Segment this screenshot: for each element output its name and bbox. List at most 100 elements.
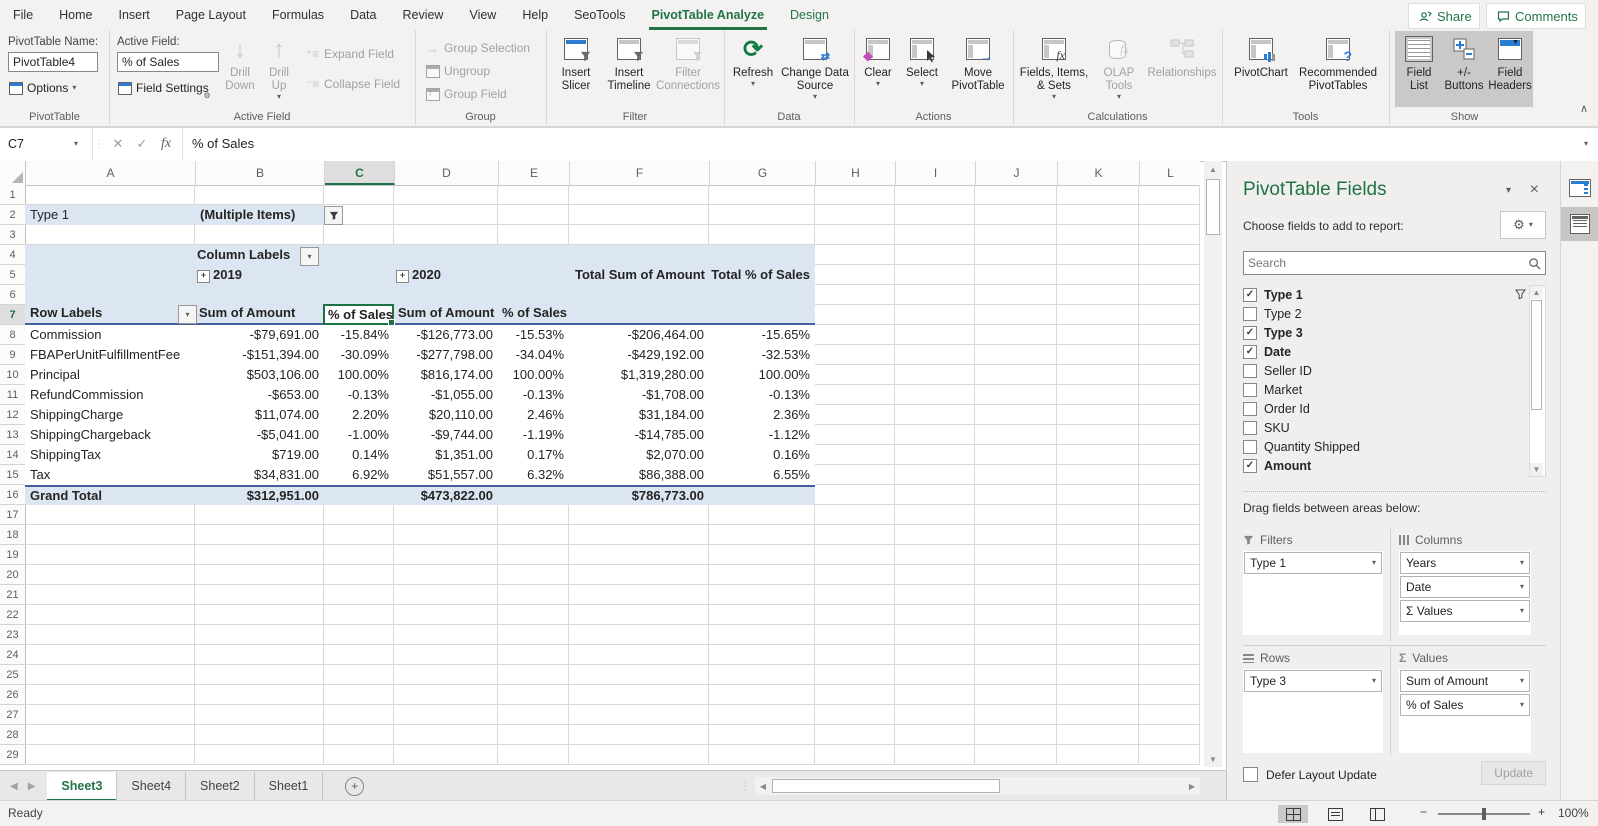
- checkbox-checked[interactable]: ✓: [1243, 325, 1257, 340]
- field-item-orderid[interactable]: Order Id: [1243, 399, 1546, 418]
- row-header[interactable]: 2: [0, 205, 25, 225]
- chevron-down-icon[interactable]: ▾: [1520, 701, 1524, 709]
- plusminus-buttons-toggle[interactable]: +/- Buttons: [1441, 33, 1487, 93]
- pivot-data-row[interactable]: Commission -$79,691.00 -15.84% -$126,773…: [25, 325, 815, 345]
- olap-tools-button[interactable]: fx OLAP Tools ▾: [1093, 33, 1145, 101]
- group-field-button[interactable]: 7 Group Field: [425, 84, 507, 104]
- fill-handle[interactable]: [388, 319, 395, 326]
- pivot-subheader-e[interactable]: % of Sales: [502, 303, 567, 323]
- expand-2020-icon[interactable]: +: [396, 270, 409, 283]
- rows-item-type3[interactable]: Type 3 ▾: [1244, 670, 1382, 692]
- name-box-chevron-icon[interactable]: ▾: [74, 140, 78, 148]
- column-header[interactable]: D: [395, 161, 499, 185]
- row-header[interactable]: 20: [0, 565, 25, 585]
- row-header[interactable]: 3: [0, 225, 25, 245]
- pivot-column-labels-cell[interactable]: Column Labels: [197, 245, 290, 265]
- tab-design[interactable]: Design: [777, 0, 842, 30]
- sheet-tab-sheet1[interactable]: Sheet1: [255, 771, 324, 801]
- pivot-filter-funnel-button[interactable]: [324, 206, 343, 225]
- field-item-sku[interactable]: SKU: [1243, 418, 1546, 437]
- row-header[interactable]: 25: [0, 665, 25, 685]
- tab-seotools[interactable]: SeoTools: [561, 0, 638, 30]
- row-header[interactable]: 22: [0, 605, 25, 625]
- field-item-type1[interactable]: ✓ Type 1: [1243, 285, 1546, 304]
- tab-data[interactable]: Data: [337, 0, 389, 30]
- fields-items-sets-button[interactable]: fx Fields, Items, & Sets ▾: [1017, 33, 1091, 101]
- grand-total-all[interactable]: $786,773.00: [569, 487, 709, 505]
- row-header[interactable]: 16: [0, 485, 25, 505]
- select-all-corner[interactable]: [0, 161, 26, 185]
- checkbox-checked[interactable]: ✓: [1243, 344, 1257, 359]
- sheet-tab-sheet2[interactable]: Sheet2: [186, 771, 255, 801]
- clear-button[interactable]: ◆ Clear ▾: [858, 33, 898, 88]
- pivot-data-row[interactable]: FBAPerUnitFulfillmentFee -$151,394.00 -3…: [25, 345, 815, 365]
- pivot-filter-field-cell[interactable]: Type 1: [30, 205, 69, 225]
- field-list-scrollbar[interactable]: ▲ ▼: [1529, 285, 1546, 477]
- enter-formula-icon[interactable]: ✓: [130, 128, 154, 160]
- row-header[interactable]: 23: [0, 625, 25, 645]
- collapse-field-button[interactable]: ⁻≡ Collapse Field: [305, 74, 400, 94]
- chevron-down-icon[interactable]: ▾: [1520, 559, 1524, 567]
- horizontal-scroll-thumb[interactable]: [772, 779, 1000, 793]
- columns-area-box[interactable]: Years ▾ Date ▾ Σ Values ▾: [1399, 551, 1531, 635]
- sheet-nav-right-icon[interactable]: ▶: [24, 781, 48, 792]
- column-header[interactable]: E: [499, 161, 570, 185]
- pivotchart-button[interactable]: PivotChart: [1230, 33, 1292, 80]
- insert-function-icon[interactable]: fx: [154, 128, 178, 160]
- columns-item-date[interactable]: Date ▾: [1400, 576, 1530, 598]
- checkbox-unchecked[interactable]: [1243, 363, 1257, 378]
- pivot-total-sales-header[interactable]: Total % of Sales: [709, 265, 810, 285]
- insert-timeline-button[interactable]: Insert Timeline: [602, 33, 656, 93]
- zoom-slider-thumb[interactable]: [1482, 808, 1486, 820]
- row-header[interactable]: 26: [0, 685, 25, 705]
- pivot-data-row[interactable]: Principal $503,106.00 100.00% $816,174.0…: [25, 365, 815, 385]
- pivot-row-labels-cell[interactable]: Row Labels: [30, 303, 102, 323]
- column-header[interactable]: A: [26, 161, 196, 185]
- field-item-amount[interactable]: ✓ Amount: [1243, 456, 1546, 475]
- collapse-ribbon-chevron[interactable]: ∧: [1580, 102, 1588, 115]
- insert-slicer-button[interactable]: Insert Slicer: [552, 33, 600, 93]
- change-data-source-button[interactable]: ⇄ Change Data Source ▾: [780, 33, 850, 101]
- row-header[interactable]: 28: [0, 725, 25, 745]
- checkbox-unchecked[interactable]: [1243, 382, 1257, 397]
- pivot-subheader-b[interactable]: Sum of Amount: [199, 303, 295, 323]
- pivottable-name-input[interactable]: PivotTable4: [8, 52, 98, 72]
- row-header[interactable]: 14: [0, 445, 25, 465]
- selected-cell-c7[interactable]: % of Sales: [323, 304, 395, 326]
- zoom-out-icon[interactable]: −: [1420, 805, 1427, 819]
- scroll-up-icon[interactable]: ▲: [1204, 161, 1222, 177]
- column-header[interactable]: I: [896, 161, 976, 185]
- pivot-data-row[interactable]: Tax $34,831.00 6.92% $51,557.00 6.32% $8…: [25, 465, 815, 485]
- field-settings-button[interactable]: ⚙ Field Settings: [117, 78, 211, 100]
- pivot-subheader-d[interactable]: Sum of Amount: [398, 303, 494, 323]
- column-header[interactable]: G: [710, 161, 816, 185]
- expand-2019-icon[interactable]: +: [197, 270, 210, 283]
- row-header[interactable]: 1: [0, 185, 25, 205]
- row-labels-dropdown[interactable]: ▾: [178, 305, 197, 324]
- column-header[interactable]: H: [816, 161, 896, 185]
- tab-insert[interactable]: Insert: [106, 0, 163, 30]
- name-box[interactable]: C7 ▾: [0, 128, 93, 160]
- tab-help[interactable]: Help: [509, 0, 561, 30]
- field-item-date[interactable]: ✓ Date: [1243, 342, 1546, 361]
- scroll-down-icon[interactable]: ▼: [1204, 751, 1222, 767]
- tab-file[interactable]: File: [0, 0, 46, 30]
- cancel-formula-icon[interactable]: ✕: [106, 128, 130, 160]
- expand-field-button[interactable]: ⁺≡ Expand Field: [305, 44, 394, 64]
- tab-home[interactable]: Home: [46, 0, 105, 30]
- new-sheet-button[interactable]: +: [345, 776, 365, 796]
- pivot-filter-value-cell[interactable]: (Multiple Items): [200, 205, 295, 225]
- row-header[interactable]: 12: [0, 405, 25, 425]
- search-box[interactable]: [1243, 251, 1546, 275]
- grand-total-label[interactable]: Grand Total: [25, 487, 195, 505]
- field-list-pane-button-active[interactable]: [1561, 207, 1598, 241]
- pivot-total-amount-header[interactable]: Total Sum of Amount: [569, 265, 705, 285]
- pivot-data-row[interactable]: ShippingTax $719.00 0.14% $1,351.00 0.17…: [25, 445, 815, 465]
- tools-gear-button[interactable]: ⚙ ▾: [1500, 211, 1546, 239]
- field-list-scroll-up-icon[interactable]: ▲: [1530, 286, 1543, 299]
- grand-total-2020[interactable]: $473,822.00: [394, 487, 498, 505]
- sheet-tab-sheet3[interactable]: Sheet3: [47, 771, 118, 801]
- field-headers-toggle[interactable]: ▼ Field Headers: [1485, 33, 1535, 93]
- field-list-toggle[interactable]: Field List: [1399, 33, 1439, 93]
- row-header[interactable]: 13: [0, 425, 25, 445]
